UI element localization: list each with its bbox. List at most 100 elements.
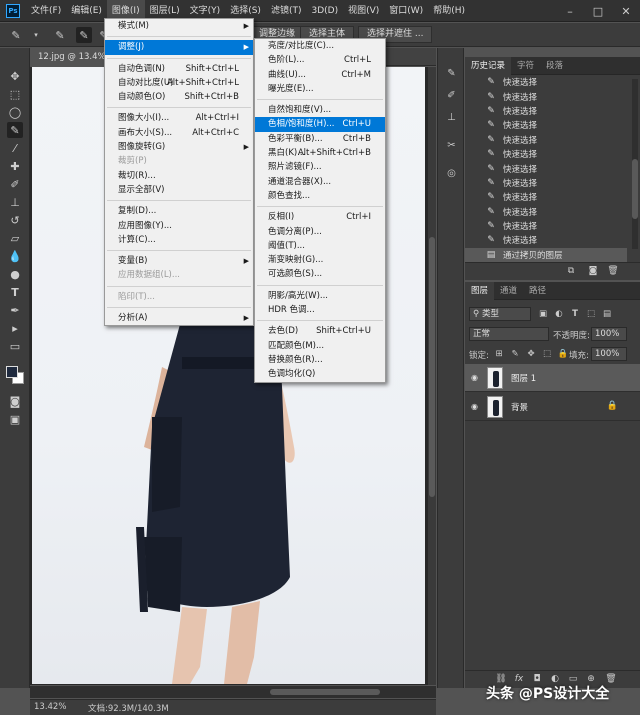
- minimize-icon[interactable]: –: [556, 0, 584, 22]
- tab-layers[interactable]: 图层: [465, 282, 495, 300]
- opacity-input[interactable]: 100%: [591, 327, 627, 341]
- adjust-menu-item-6[interactable]: 色相/饱和度(H)... Ctrl+U: [255, 117, 385, 132]
- adjust-menu-item-11[interactable]: 颜色查找...: [255, 189, 385, 203]
- add-selection-icon[interactable]: ✎: [76, 27, 92, 43]
- dodge-tool-icon[interactable]: ●: [7, 266, 23, 282]
- close-icon[interactable]: ✕: [612, 0, 640, 22]
- history-checkbox[interactable]: [469, 234, 481, 246]
- brush-settings-icon[interactable]: ✎: [444, 66, 459, 81]
- screen-mode-icon[interactable]: ▣: [7, 411, 23, 427]
- history-checkbox[interactable]: [469, 134, 481, 146]
- history-item[interactable]: ✎ 快速选择: [465, 89, 627, 103]
- image-menu-item-24[interactable]: 分析(A) ▶: [105, 311, 253, 325]
- move-tool-icon[interactable]: ✥: [7, 68, 23, 84]
- libraries-icon[interactable]: ◎: [444, 166, 459, 181]
- image-menu-item-4[interactable]: 自动色调(N) Shift+Ctrl+L: [105, 62, 253, 76]
- adjust-menu-item-15[interactable]: 阈值(T)...: [255, 239, 385, 253]
- foreground-color-swatch[interactable]: [6, 366, 18, 378]
- trash-icon[interactable]: 🗑: [607, 265, 619, 277]
- quick-selection-tool-icon[interactable]: ✎: [7, 122, 23, 138]
- history-item[interactable]: ✎ 快速选择: [465, 104, 627, 118]
- blend-mode-select[interactable]: 正常: [469, 327, 549, 341]
- new-selection-icon[interactable]: ✎: [52, 27, 68, 43]
- image-menu-item-9[interactable]: 画布大小(S)... Alt+Ctrl+C: [105, 126, 253, 140]
- filter-smart-object-icon[interactable]: ▤: [601, 308, 613, 320]
- clone-source-icon[interactable]: ⊥: [444, 110, 459, 125]
- layer-item-layer1[interactable]: ◉ 图层 1: [465, 364, 640, 392]
- scroll-thumb[interactable]: [270, 689, 380, 695]
- adjust-menu-item-19[interactable]: 阴影/高光(W)...: [255, 289, 385, 303]
- image-menu-item-19[interactable]: 变量(B) ▶: [105, 254, 253, 268]
- history-item[interactable]: ✎ 快速选择: [465, 161, 627, 175]
- brush-tool-icon[interactable]: ✐: [7, 176, 23, 192]
- history-item[interactable]: ✎ 快速选择: [465, 147, 627, 161]
- path-selection-icon[interactable]: ▸: [7, 320, 23, 336]
- marquee-tool-icon[interactable]: ⬚: [7, 86, 23, 102]
- image-menu-item-6[interactable]: 自动颜色(O) Shift+Ctrl+B: [105, 90, 253, 104]
- adjust-menu-item-23[interactable]: 匹配颜色(M)...: [255, 339, 385, 353]
- adjust-menu-item-25[interactable]: 色调均化(Q): [255, 367, 385, 381]
- image-menu-item-16[interactable]: 应用图像(Y)...: [105, 219, 253, 233]
- healing-brush-icon[interactable]: ✚: [7, 158, 23, 174]
- history-checkbox[interactable]: [469, 105, 481, 117]
- shape-tool-icon[interactable]: ▭: [7, 338, 23, 354]
- scroll-thumb[interactable]: [429, 237, 435, 497]
- brush-icon[interactable]: ✐: [444, 88, 459, 103]
- filter-pixel-icon[interactable]: ▣: [537, 308, 549, 320]
- adjust-menu-item-20[interactable]: HDR 色调...: [255, 303, 385, 317]
- image-menu-item-2[interactable]: 调整(J) ▶: [105, 40, 253, 55]
- image-menu-item-10[interactable]: 图像旋转(G) ▶: [105, 140, 253, 154]
- fill-input[interactable]: 100%: [591, 347, 627, 361]
- chevron-down-icon[interactable]: ▾: [28, 27, 44, 43]
- image-menu-item-17[interactable]: 计算(C)...: [105, 233, 253, 247]
- adjust-menu-item-3[interactable]: 曝光度(E)...: [255, 82, 385, 96]
- tab-character[interactable]: 字符: [511, 57, 540, 75]
- vertical-scrollbar[interactable]: [428, 67, 436, 685]
- filter-shape-icon[interactable]: ⬚: [585, 308, 597, 320]
- menu-help[interactable]: 帮助(H): [428, 0, 470, 22]
- history-item-current[interactable]: ▤ 通过拷贝的图层: [465, 247, 627, 263]
- eye-icon[interactable]: ◉: [471, 402, 481, 412]
- tab-paths[interactable]: 路径: [523, 282, 552, 300]
- history-item[interactable]: ✎ 快速选择: [465, 118, 627, 132]
- image-menu-item-13[interactable]: 显示全部(V): [105, 183, 253, 197]
- adjust-menu-item-24[interactable]: 替换颜色(R)...: [255, 353, 385, 367]
- menu-3d[interactable]: 3D(D): [306, 0, 343, 22]
- adjust-menu-item-16[interactable]: 渐变映射(G)...: [255, 253, 385, 267]
- snapshot-icon[interactable]: ◙: [587, 265, 599, 277]
- menu-edit[interactable]: 编辑(E): [66, 0, 107, 22]
- history-checkbox[interactable]: [469, 163, 481, 175]
- layer-kind-filter[interactable]: ⚲ 类型: [469, 307, 531, 321]
- image-menu-item-15[interactable]: 复制(D)...: [105, 204, 253, 218]
- adjust-menu-item-14[interactable]: 色调分离(P)...: [255, 225, 385, 239]
- adjust-menu-item-17[interactable]: 可选颜色(S)...: [255, 267, 385, 281]
- history-checkbox[interactable]: [469, 191, 481, 203]
- image-menu-item-0[interactable]: 模式(M) ▶: [105, 19, 253, 33]
- scroll-thumb[interactable]: [632, 159, 638, 219]
- eyedropper-tool-icon[interactable]: ⁄: [7, 140, 23, 156]
- history-checkbox[interactable]: [469, 91, 481, 103]
- maximize-icon[interactable]: □: [584, 0, 612, 22]
- history-item[interactable]: ✎ 快速选择: [465, 75, 627, 89]
- history-checkbox[interactable]: [469, 206, 481, 218]
- lock-position-icon[interactable]: ✥: [525, 348, 537, 360]
- history-item[interactable]: ✎ 快速选择: [465, 133, 627, 147]
- pen-tool-icon[interactable]: ✒: [7, 302, 23, 318]
- type-tool-icon[interactable]: T: [7, 284, 23, 300]
- adjust-menu-item-2[interactable]: 曲线(U)... Ctrl+M: [255, 68, 385, 82]
- adjust-menu-item-8[interactable]: 黑白(K)... Alt+Shift+Ctrl+B: [255, 146, 385, 160]
- lock-artboard-icon[interactable]: ⬚: [541, 348, 553, 360]
- history-checkbox[interactable]: [469, 177, 481, 189]
- history-brush-icon[interactable]: ↺: [7, 212, 23, 228]
- lock-pixels-icon[interactable]: ✎: [509, 348, 521, 360]
- history-scrollbar[interactable]: [632, 79, 638, 249]
- menu-window[interactable]: 窗口(W): [384, 0, 428, 22]
- history-item[interactable]: ✎ 快速选择: [465, 190, 627, 204]
- adjust-menu-item-22[interactable]: 去色(D) Shift+Ctrl+U: [255, 324, 385, 338]
- menu-filter[interactable]: 滤镜(T): [266, 0, 307, 22]
- horizontal-scrollbar[interactable]: [30, 686, 436, 698]
- history-checkbox[interactable]: [469, 148, 481, 160]
- history-item[interactable]: ✎ 快速选择: [465, 205, 627, 219]
- new-document-from-state-icon[interactable]: ⧉: [565, 265, 577, 277]
- menu-file[interactable]: 文件(F): [26, 0, 66, 22]
